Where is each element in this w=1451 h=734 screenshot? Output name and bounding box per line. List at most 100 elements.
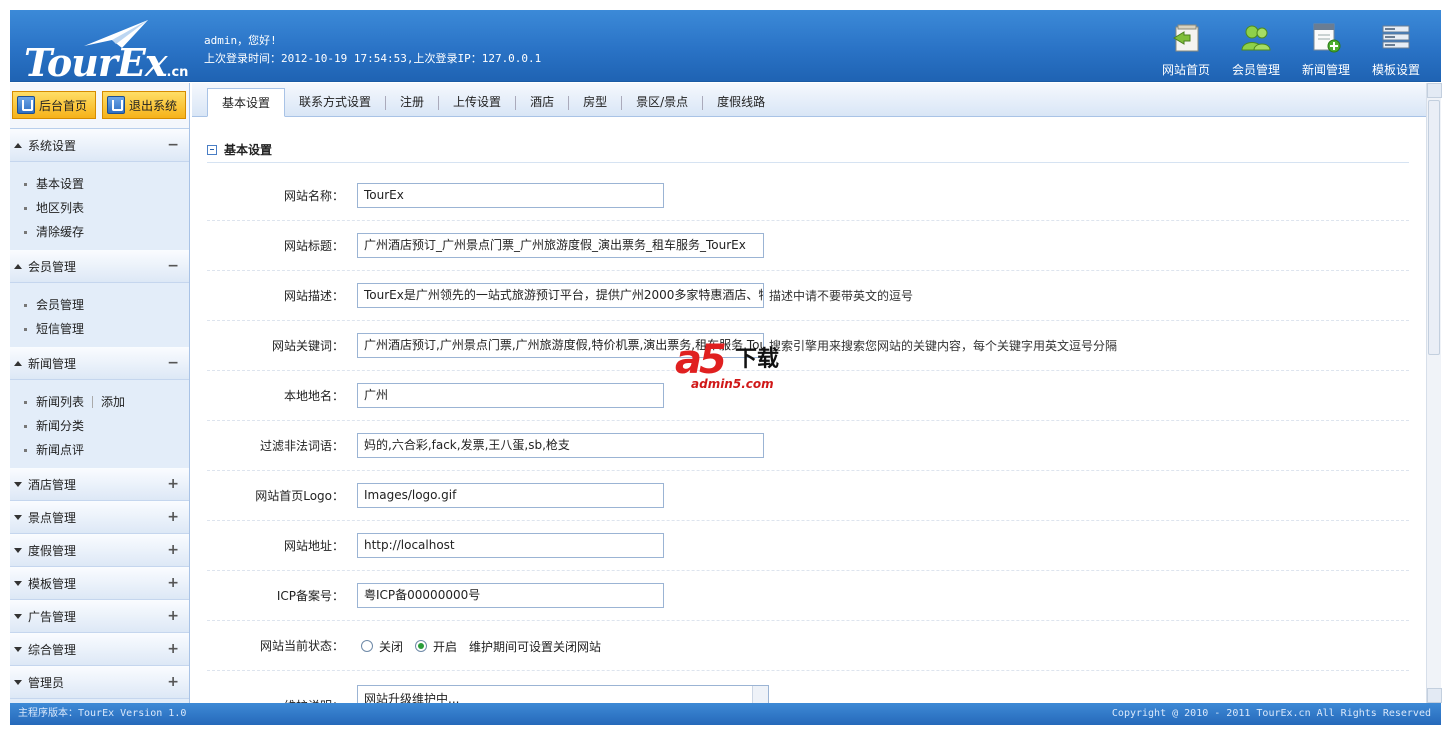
expand-icon[interactable]: + (167, 542, 179, 558)
sidebar-item-news-list[interactable]: 新闻列表 添加 (24, 390, 189, 414)
top-nav-home[interactable]: 网站首页 (1151, 18, 1221, 78)
form-row-home-logo: 网站首页Logo： Images/logo.gif (207, 471, 1409, 521)
scroll-up-arrow-icon[interactable] (1427, 83, 1442, 98)
local-name-input[interactable]: 广州 (357, 383, 664, 408)
status-open-radio[interactable] (415, 640, 428, 652)
filter-words-input[interactable]: 妈的,六合彩,fack,发票,王八蛋,sb,枪支 (357, 433, 764, 458)
filter-words-label: 过滤非法词语： (259, 439, 344, 453)
expand-icon[interactable]: + (167, 641, 179, 657)
sidebar-item-sms-management[interactable]: 短信管理 (24, 317, 189, 341)
site-name-input[interactable]: TourEx (357, 183, 664, 208)
app-footer: 主程序版本：TourEx Version 1.0 Copyright @ 201… (10, 703, 1441, 725)
sidebar-submenu-news: 新闻列表 添加 新闻分类 新闻点评 (10, 380, 189, 468)
sidebar-group-template[interactable]: 模板管理 + (10, 567, 189, 600)
section-title: 基本设置 (207, 137, 1409, 163)
welcome-info: admin，您好! 上次登录时间：2012-10-19 17:54:53,上次登… (204, 32, 541, 68)
tab-basic-settings[interactable]: 基本设置 (207, 88, 286, 117)
maintenance-textarea[interactable]: 网站升级维护中... (357, 685, 769, 703)
site-keywords-label: 网站关键词： (271, 339, 344, 353)
expand-icon[interactable]: + (167, 476, 179, 492)
sidebar-group-news[interactable]: 新闻管理 − (10, 347, 189, 380)
sidebar-item-region-list[interactable]: 地区列表 (24, 196, 189, 220)
site-desc-input[interactable]: TourEx是广州领先的一站式旅游预订平台，提供广州2000多家特惠酒店、特 (357, 283, 764, 308)
sidebar-item-news-comments[interactable]: 新闻点评 (24, 438, 189, 462)
collapse-icon[interactable]: − (167, 355, 179, 371)
logout-icon (107, 96, 126, 114)
tourex-logo[interactable]: TourEx.cn (22, 18, 197, 85)
site-desc-label: 网站描述： (283, 289, 344, 303)
home-logo-input[interactable]: Images/logo.gif (357, 483, 664, 508)
expand-icon[interactable]: + (167, 674, 179, 690)
admin-home-label: 后台首页 (39, 98, 88, 113)
form-row-site-url: 网站地址： http://localhost (207, 521, 1409, 571)
add-news-link[interactable]: 添加 (101, 390, 125, 414)
triangle-up-icon (14, 263, 22, 269)
textarea-scrollbar[interactable] (752, 686, 768, 703)
logout-button[interactable]: 退出系统 (102, 91, 187, 119)
site-url-input[interactable]: http://localhost (357, 533, 664, 558)
sidebar-item-clear-cache[interactable]: 清除缓存 (24, 220, 189, 244)
tab-scenic-spots[interactable]: 景区/景点 (622, 88, 702, 117)
sidebar-group-ads[interactable]: 广告管理 + (10, 600, 189, 633)
sidebar-group-system[interactable]: 系统设置 − (10, 129, 189, 162)
top-nav-news-label: 新闻管理 (1301, 63, 1350, 77)
sidebar-item-news-category[interactable]: 新闻分类 (24, 414, 189, 438)
sidebar-group-vacation[interactable]: 度假管理 + (10, 534, 189, 567)
status-open-label[interactable]: 开启 (433, 638, 457, 655)
version-text: 主程序版本：TourEx Version 1.0 (18, 708, 187, 719)
scroll-thumb[interactable] (1428, 100, 1440, 355)
status-closed-radio[interactable] (361, 640, 373, 652)
top-nav-home-label: 网站首页 (1161, 63, 1210, 77)
tab-vacation-routes[interactable]: 度假线路 (703, 88, 779, 117)
collapse-box-icon[interactable] (207, 144, 217, 155)
tab-contact-settings[interactable]: 联系方式设置 (285, 88, 385, 117)
form-row-filter-words: 过滤非法词语： 妈的,六合彩,fack,发票,王八蛋,sb,枪支 (207, 421, 1409, 471)
watermark-site: admin5.com (691, 377, 774, 391)
collapse-icon[interactable]: − (167, 258, 179, 274)
bullet-icon (24, 303, 27, 307)
expand-icon[interactable]: + (167, 608, 179, 624)
tab-room-type[interactable]: 房型 (569, 88, 621, 117)
maintenance-text: 网站升级维护中... (364, 692, 460, 703)
form-row-icp: ICP备案号： 粤ICP备00000000号 (207, 571, 1409, 621)
admin-home-button[interactable]: 后台首页 (12, 91, 97, 119)
sidebar-group-label: 会员管理 (28, 259, 77, 274)
top-nav-news[interactable]: 新闻管理 (1291, 18, 1361, 78)
settings-tabbar: 基本设置 联系方式设置 注册 上传设置 酒店 房型 景区/景点 度假线路 (192, 83, 1441, 117)
sidebar-group-general[interactable]: 综合管理 + (10, 633, 189, 666)
local-name-label: 本地地名： (283, 389, 344, 403)
top-nav-template[interactable]: 模板设置 (1361, 18, 1431, 78)
sidebar-item-basic-settings[interactable]: 基本设置 (24, 172, 189, 196)
copyright-text: Copyright @ 2010 - 2011 TourEx.cn All Ri… (1111, 708, 1431, 719)
tab-upload-settings[interactable]: 上传设置 (439, 88, 515, 117)
bullet-icon (24, 424, 27, 428)
expand-icon[interactable]: + (167, 575, 179, 591)
sidebar-group-hotel[interactable]: 酒店管理 + (10, 468, 189, 501)
template-icon (1382, 25, 1410, 49)
expand-icon[interactable]: + (167, 509, 179, 525)
bullet-icon (24, 400, 27, 404)
collapse-icon[interactable]: − (167, 137, 179, 153)
main-scrollbar[interactable] (1426, 83, 1442, 703)
tab-register[interactable]: 注册 (386, 88, 438, 117)
bullet-icon (24, 182, 27, 186)
home-page-icon (1173, 24, 1199, 52)
triangle-down-icon (14, 547, 22, 553)
tab-hotel[interactable]: 酒店 (516, 88, 568, 117)
site-title-input[interactable]: 广州酒店预订_广州景点门票_广州旅游度假_演出票务_租车服务_TourEx (357, 233, 764, 258)
status-closed-label[interactable]: 关闭 (379, 638, 403, 655)
scroll-down-arrow-icon[interactable] (1427, 688, 1442, 703)
members-icon (1241, 25, 1271, 51)
top-nav-members[interactable]: 会员管理 (1221, 18, 1291, 78)
sidebar-group-admins[interactable]: 管理员 + (10, 666, 189, 699)
welcome-line: admin，您好! (204, 34, 277, 47)
section-title-text: 基本设置 (224, 143, 273, 157)
icp-input[interactable]: 粤ICP备00000000号 (357, 583, 664, 608)
form-row-site-desc: 网站描述： TourEx是广州领先的一站式旅游预订平台，提供广州2000多家特惠… (207, 271, 1409, 321)
add-news-icon (1313, 23, 1341, 53)
logout-label: 退出系统 (129, 98, 178, 113)
sidebar-group-members[interactable]: 会员管理 − (10, 250, 189, 283)
home-logo-label: 网站首页Logo： (255, 489, 344, 503)
sidebar-group-scenic[interactable]: 景点管理 + (10, 501, 189, 534)
sidebar-item-member-management[interactable]: 会员管理 (24, 293, 189, 317)
